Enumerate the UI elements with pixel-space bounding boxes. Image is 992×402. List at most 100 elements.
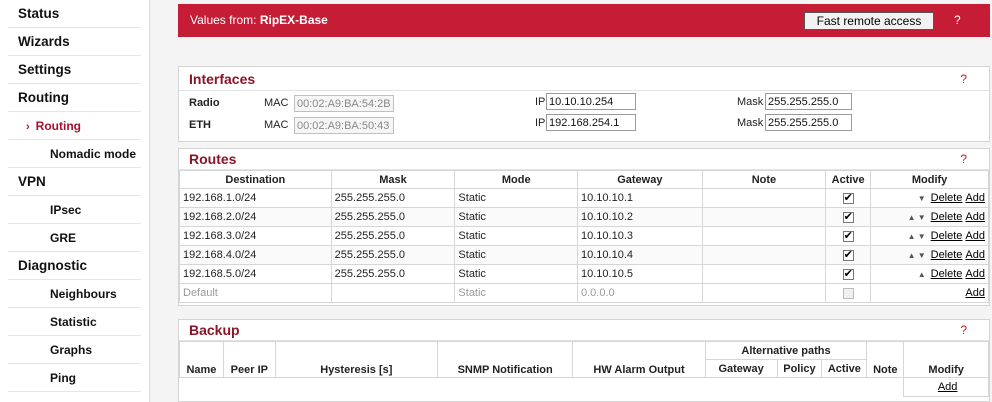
route-mode: Static bbox=[454, 245, 578, 265]
eth-ip-field[interactable] bbox=[546, 114, 636, 131]
route-mode: Static bbox=[454, 226, 578, 246]
sidebar-item-nomadic-mode[interactable]: Nomadic mode bbox=[8, 140, 141, 168]
route-active-checkbox[interactable] bbox=[842, 229, 854, 242]
route-active-checkbox[interactable] bbox=[842, 248, 854, 261]
col-gateway: Gateway bbox=[577, 170, 703, 189]
routes-panel: Routes? Destination Mask Mode Gateway No… bbox=[178, 148, 990, 306]
add-link[interactable]: Add bbox=[965, 230, 985, 242]
add-link[interactable]: Add bbox=[965, 249, 985, 261]
delete-link[interactable]: Delete bbox=[931, 249, 963, 261]
fast-remote-access-button[interactable]: Fast remote access bbox=[804, 12, 934, 30]
route-destination: 192.168.1.0/24 bbox=[179, 188, 332, 208]
col-mode: Mode bbox=[454, 170, 578, 189]
eth-mac-field bbox=[294, 117, 394, 134]
eth-label: ETH bbox=[189, 119, 211, 131]
route-mode: Static bbox=[454, 264, 578, 284]
sidebar-item-gre[interactable]: GRE bbox=[8, 224, 141, 252]
route-note bbox=[701, 226, 827, 246]
route-gateway: 10.10.10.3 bbox=[577, 226, 703, 246]
table-row[interactable]: 192.168.1.0/24 255.255.255.0 Static 10.1… bbox=[179, 188, 989, 208]
col-modify: Modify bbox=[903, 341, 989, 378]
sidebar-item-ipsec[interactable]: IPsec bbox=[8, 196, 141, 224]
routes-table: Destination Mask Mode Gateway Note Activ… bbox=[179, 170, 989, 303]
route-mode: Static bbox=[454, 188, 578, 208]
table-row[interactable]: 192.168.5.0/24 255.255.255.0 Static 10.1… bbox=[179, 264, 989, 284]
route-active-checkbox[interactable] bbox=[842, 267, 854, 280]
sidebar-item-ping[interactable]: Ping bbox=[8, 364, 141, 392]
active-arrow-icon: › bbox=[26, 121, 30, 133]
add-link[interactable]: Add bbox=[965, 192, 985, 204]
default-active-checkbox bbox=[842, 287, 854, 299]
col-active: Active bbox=[825, 170, 872, 189]
delete-link[interactable]: Delete bbox=[931, 230, 963, 242]
route-active-checkbox[interactable] bbox=[842, 191, 854, 204]
col-mask: Mask bbox=[330, 170, 456, 189]
eth-ip-label: IP bbox=[535, 117, 546, 129]
move-arrows-icon[interactable]: ▲ ▼ bbox=[908, 213, 926, 222]
radio-ip-field[interactable] bbox=[546, 93, 636, 110]
table-row[interactable]: 192.168.3.0/24 255.255.255.0 Static 10.1… bbox=[179, 226, 989, 246]
sidebar-item-status[interactable]: Status bbox=[8, 0, 141, 28]
values-from-bar: Values from: RipEX-Base Fast remote acce… bbox=[178, 4, 990, 37]
interfaces-help-icon[interactable]: ? bbox=[960, 67, 967, 91]
col-note: Note bbox=[866, 341, 905, 378]
col-name: Name bbox=[179, 341, 224, 378]
radio-label: Radio bbox=[189, 97, 220, 109]
route-gateway: 10.10.10.5 bbox=[577, 264, 703, 284]
sidebar-item-diagnostic[interactable]: Diagnostic bbox=[8, 252, 141, 280]
table-row[interactable]: 192.168.4.0/24 255.255.255.0 Static 10.1… bbox=[179, 245, 989, 265]
col-alt-active: Active bbox=[821, 359, 868, 378]
backup-table: Name Peer IP Hysteresis [s] SNMP Notific… bbox=[179, 341, 989, 397]
sidebar-item-routing-group[interactable]: Routing bbox=[8, 84, 141, 112]
default-mode: Static bbox=[454, 283, 578, 303]
col-hysteresis: Hysteresis [s] bbox=[274, 341, 438, 378]
radio-mask-field[interactable] bbox=[765, 93, 852, 110]
col-snmp-notification: SNMP Notification bbox=[436, 341, 574, 378]
delete-link[interactable]: Delete bbox=[931, 268, 963, 280]
move-arrows-icon[interactable]: ▲ bbox=[918, 270, 926, 279]
col-modify: Modify bbox=[870, 170, 989, 189]
help-icon[interactable]: ? bbox=[954, 4, 961, 37]
route-note bbox=[701, 207, 827, 227]
add-link[interactable]: Add bbox=[965, 287, 985, 299]
move-arrows-icon[interactable]: ▲ ▼ bbox=[908, 251, 926, 260]
sidebar-item-label: Routing bbox=[35, 119, 81, 133]
sidebar-item-wizards[interactable]: Wizards bbox=[8, 28, 141, 56]
route-note bbox=[701, 188, 827, 208]
eth-mask-field[interactable] bbox=[765, 114, 852, 131]
delete-link[interactable]: Delete bbox=[931, 192, 963, 204]
col-alt-policy: Policy bbox=[776, 359, 823, 378]
route-mask: 255.255.255.0 bbox=[330, 207, 456, 227]
sidebar-item-neighbours[interactable]: Neighbours bbox=[8, 280, 141, 308]
values-from-label: Values from: bbox=[190, 13, 257, 27]
add-link[interactable]: Add bbox=[965, 268, 985, 280]
sidebar-item-settings[interactable]: Settings bbox=[8, 56, 141, 84]
route-mask: 255.255.255.0 bbox=[330, 226, 456, 246]
eth-mac-label: MAC bbox=[264, 119, 289, 131]
default-destination: Default bbox=[179, 283, 332, 303]
sidebar-item-vpn[interactable]: VPN bbox=[8, 168, 141, 196]
add-link[interactable]: Add bbox=[965, 211, 985, 223]
backup-add-link[interactable]: Add bbox=[938, 381, 958, 393]
interfaces-title: Interfaces bbox=[189, 71, 256, 87]
sidebar-item-routing[interactable]: › Routing bbox=[8, 112, 141, 140]
route-active-checkbox[interactable] bbox=[842, 210, 854, 223]
move-arrows-icon[interactable]: ▲ ▼ bbox=[908, 232, 926, 241]
route-gateway: 10.10.10.1 bbox=[577, 188, 703, 208]
move-arrows-icon[interactable]: ▼ bbox=[918, 194, 926, 203]
values-from-name: RipEX-Base bbox=[259, 13, 328, 27]
radio-mask-label: Mask bbox=[737, 96, 764, 108]
default-gateway: 0.0.0.0 bbox=[577, 283, 703, 303]
route-mask: 255.255.255.0 bbox=[330, 264, 456, 284]
sidebar-item-graphs[interactable]: Graphs bbox=[8, 336, 141, 364]
routes-title: Routes bbox=[189, 151, 237, 167]
backup-help-icon[interactable]: ? bbox=[960, 320, 967, 341]
table-row[interactable]: 192.168.2.0/24 255.255.255.0 Static 10.1… bbox=[179, 207, 989, 227]
route-gateway: 10.10.10.2 bbox=[577, 207, 703, 227]
sidebar-item-statistic[interactable]: Statistic bbox=[8, 308, 141, 336]
route-destination: 192.168.4.0/24 bbox=[179, 245, 332, 265]
radio-mac-field bbox=[294, 95, 394, 112]
delete-link[interactable]: Delete bbox=[931, 211, 963, 223]
routes-help-icon[interactable]: ? bbox=[960, 149, 967, 170]
route-note bbox=[701, 245, 827, 265]
